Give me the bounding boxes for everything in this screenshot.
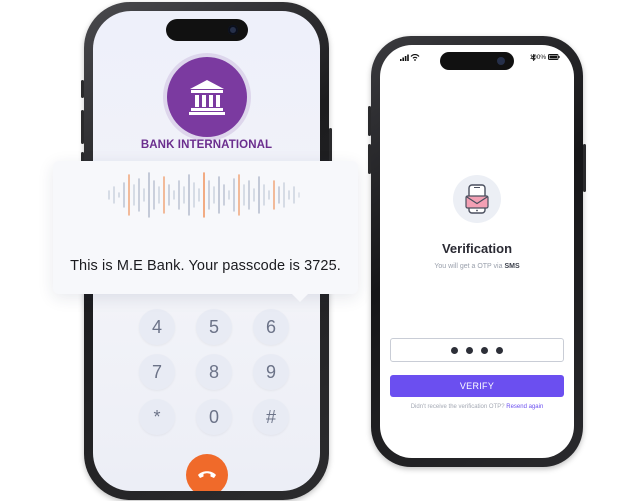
cellular-wifi-icon: [400, 53, 420, 61]
keypad-key-star[interactable]: *: [139, 399, 175, 435]
keypad-key-0[interactable]: 0: [196, 399, 232, 435]
phone-hangup-icon: [197, 471, 216, 478]
otp-digit-dot: [481, 346, 488, 354]
phone-side-button: [368, 106, 371, 136]
stage: BANK INTERNATIONAL 4 5 6 7 8 9 * 0 # Thi…: [0, 0, 637, 501]
verification-subtitle: You will get a OTP via SMS: [380, 263, 574, 270]
keypad-key-7[interactable]: 7: [139, 354, 175, 390]
verify-button[interactable]: VERIFY: [390, 375, 564, 397]
resend-link[interactable]: Resend again: [506, 404, 543, 410]
mobile-mail-icon: [465, 184, 489, 214]
keypad-key-8[interactable]: 8: [196, 354, 232, 390]
keypad-key-6[interactable]: 6: [253, 309, 289, 345]
keypad-key-hash[interactable]: #: [253, 399, 289, 435]
otp-digit-dot: [466, 346, 473, 354]
otp-illustration: [453, 175, 501, 223]
bank-logo: [166, 57, 247, 137]
bank-building-icon: [188, 80, 225, 115]
keypad-key-9[interactable]: 9: [253, 354, 289, 390]
voice-message-card: This is M.E Bank. Your passcode is 3725.: [53, 161, 358, 302]
voice-message-text: This is M.E Bank. Your passcode is 3725.: [70, 258, 341, 274]
phone-side-button: [81, 110, 84, 144]
bank-name: BANK INTERNATIONAL: [140, 139, 273, 151]
keypad-key-4[interactable]: 4: [139, 309, 175, 345]
otp-digit-dot: [451, 346, 458, 354]
phone-side-button: [583, 144, 586, 192]
audio-waveform: [108, 172, 300, 218]
resend-prompt: Didn't receive the verification OTP? Res…: [380, 404, 574, 410]
otp-input[interactable]: [390, 338, 564, 362]
battery-percentage: 100%: [529, 54, 547, 61]
end-call-button[interactable]: [185, 454, 228, 491]
otp-digit-dot: [496, 346, 503, 354]
camera-icon: [497, 57, 505, 65]
signal-icon: [400, 53, 420, 63]
dynamic-island: [165, 19, 248, 41]
phone-side-button: [81, 80, 84, 98]
subtitle-text: You will get a OTP via: [434, 263, 503, 270]
verification-phone: 100% Verification You will get a OTP via…: [368, 36, 586, 467]
verification-screen: 100% Verification You will get a OTP via…: [380, 45, 574, 458]
subtitle-channel: SMS: [504, 263, 520, 270]
camera-icon: [227, 25, 238, 35]
verification-title: Verification: [441, 241, 513, 256]
resend-prompt-text: Didn't receive the verification OTP?: [410, 404, 505, 410]
battery-icon: [548, 54, 560, 61]
phone-side-button: [368, 144, 371, 174]
battery-status: 100%: [530, 54, 560, 61]
dynamic-island: [440, 52, 514, 70]
keypad-key-5[interactable]: 5: [196, 309, 232, 345]
